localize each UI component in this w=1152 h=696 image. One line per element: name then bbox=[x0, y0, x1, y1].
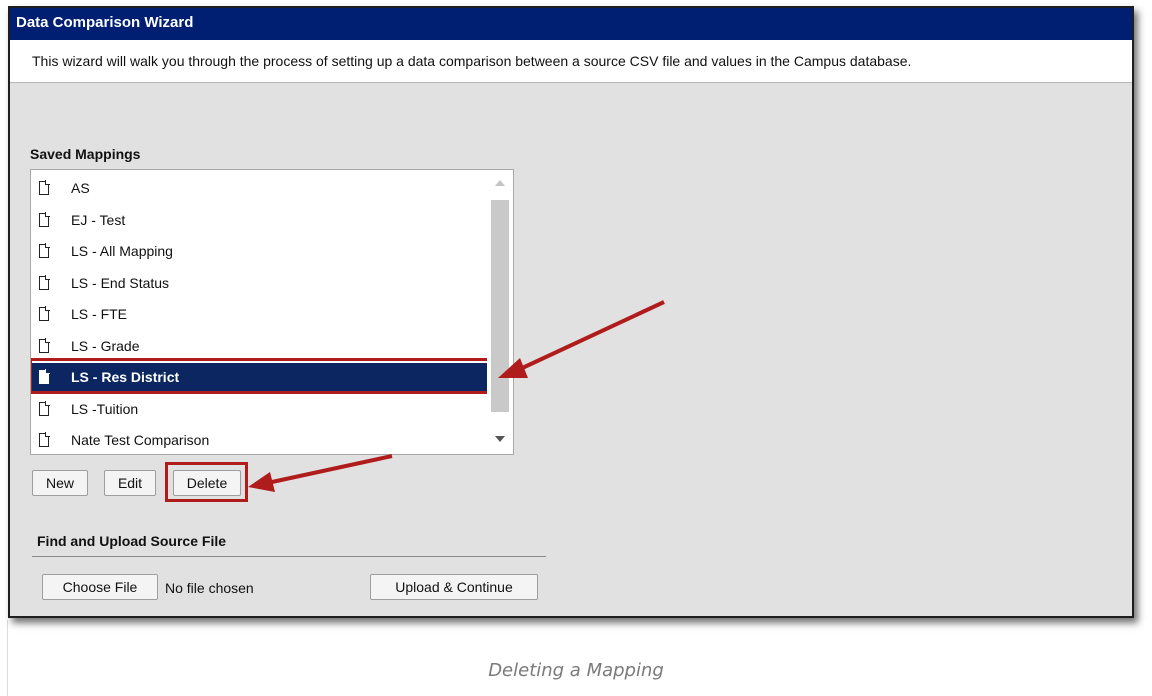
annotation-arrows bbox=[248, 300, 665, 492]
arrow-to-delete-button bbox=[248, 454, 393, 492]
figure-caption: Deleting a Mapping bbox=[488, 660, 664, 681]
arrow-to-selected-item bbox=[498, 300, 665, 378]
